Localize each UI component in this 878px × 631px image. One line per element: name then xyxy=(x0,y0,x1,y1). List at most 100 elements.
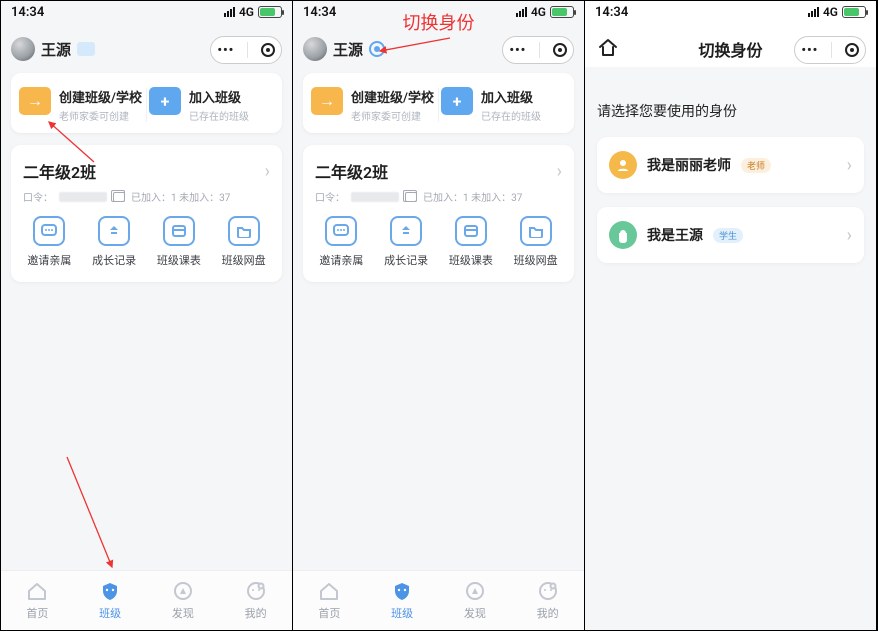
tab-class[interactable]: 班级 xyxy=(74,571,147,630)
teacher-avatar-icon xyxy=(609,151,637,179)
class-info: 口令： 已加入：1 未加入：37 xyxy=(11,183,282,206)
action-invite[interactable]: 邀请亲属 xyxy=(17,216,82,268)
class-code-hidden xyxy=(59,192,107,202)
growth-icon xyxy=(98,216,130,246)
chat-icon xyxy=(33,216,65,246)
class-code-label: 口令： xyxy=(315,189,345,204)
class-name: 二年级2班 xyxy=(23,159,96,183)
join-class-icon: + xyxy=(149,87,181,115)
tab-me[interactable]: 我的 xyxy=(511,571,584,630)
mini-program-capsule[interactable]: ••• xyxy=(502,36,574,64)
student-tag: 学生 xyxy=(713,228,743,243)
chevron-right-icon: › xyxy=(265,161,270,182)
mini-program-capsule[interactable]: ••• xyxy=(210,36,282,64)
chat-icon xyxy=(325,216,357,246)
identity-option-teacher[interactable]: 我是丽丽老师 老师 › xyxy=(597,137,864,193)
network-label: 4G xyxy=(239,5,254,19)
top-action-card: → 创建班级/学校 老师家委可创建 + 加入班级 已存在的班级 xyxy=(11,73,282,133)
create-class-button[interactable]: → 创建班级/学校 老师家委可创建 xyxy=(19,87,144,123)
avatar xyxy=(11,37,35,61)
page-title: 切换身份 xyxy=(585,37,876,61)
network-label: 4G xyxy=(531,5,546,19)
action-growth[interactable]: 成长记录 xyxy=(374,216,439,268)
action-disk[interactable]: 班级网盘 xyxy=(503,216,568,268)
student-avatar-icon xyxy=(609,221,637,249)
status-right: 4G xyxy=(808,5,866,19)
class-join-counts: 已加入：1 未加入：37 xyxy=(423,189,522,204)
network-label: 4G xyxy=(823,5,838,19)
create-class-sub: 老师家委可创建 xyxy=(59,108,142,123)
create-class-button[interactable]: → 创建班级/学校 老师家委可创建 xyxy=(311,87,436,123)
shield-icon xyxy=(99,580,121,602)
create-class-icon: → xyxy=(19,87,51,115)
calendar-icon xyxy=(163,216,195,246)
status-right: 4G xyxy=(516,5,574,19)
status-bar: 14:34 4G xyxy=(293,1,584,23)
join-class-button[interactable]: + 加入班级 已存在的班级 xyxy=(149,87,274,123)
more-icon[interactable]: ••• xyxy=(217,43,234,58)
signal-icon xyxy=(224,7,235,17)
action-invite[interactable]: 邀请亲属 xyxy=(309,216,374,268)
tab-me[interactable]: 我的 xyxy=(219,571,292,630)
chevron-right-icon: › xyxy=(557,161,562,182)
identity-name: 我是丽丽老师 xyxy=(647,155,731,175)
identity-option-student[interactable]: 我是王源 学生 › xyxy=(597,207,864,263)
class-header-row[interactable]: 二年级2班 › xyxy=(11,145,282,183)
phone-screen-c: 14:34 4G ••• 切换身份 请选择您要使用的身份 我是丽丽老师 老师 › xyxy=(585,1,877,630)
create-class-sub: 老师家委可创建 xyxy=(351,108,434,123)
class-name: 二年级2班 xyxy=(315,159,388,183)
face-icon xyxy=(537,580,559,602)
join-class-title: 加入班级 xyxy=(189,91,241,106)
create-class-title: 创建班级/学校 xyxy=(59,91,142,106)
battery-icon xyxy=(842,6,866,18)
clock: 14:34 xyxy=(595,5,628,20)
chevron-right-icon: › xyxy=(847,155,852,176)
user-name: 王源 xyxy=(41,39,71,60)
status-bar: 14:34 4G xyxy=(1,1,292,23)
tab-home[interactable]: 首页 xyxy=(293,571,366,630)
user-name: 王源 xyxy=(333,39,363,60)
more-icon[interactable]: ••• xyxy=(509,43,526,58)
battery-icon xyxy=(550,6,574,18)
role-badge-icon xyxy=(77,42,95,56)
close-icon[interactable] xyxy=(261,43,275,57)
action-disk[interactable]: 班级网盘 xyxy=(211,216,276,268)
choose-identity-prompt: 请选择您要使用的身份 xyxy=(597,101,864,121)
identity-name: 我是王源 xyxy=(647,225,703,245)
tab-discover[interactable]: 发现 xyxy=(439,571,512,630)
tab-home[interactable]: 首页 xyxy=(1,571,74,630)
join-class-button[interactable]: + 加入班级 已存在的班级 xyxy=(441,87,566,123)
join-class-sub: 已存在的班级 xyxy=(189,108,249,123)
join-class-sub: 已存在的班级 xyxy=(481,108,541,123)
create-class-icon: → xyxy=(311,87,343,115)
compass-icon xyxy=(172,580,194,602)
folder-icon xyxy=(228,216,260,246)
tab-class[interactable]: 班级 xyxy=(366,571,439,630)
chevron-right-icon: › xyxy=(847,225,852,246)
battery-icon xyxy=(258,6,282,18)
phone-screen-a: 14:34 4G ••• 王源 → 创建班级/学校 老师家委可创建 xyxy=(1,1,293,630)
class-header-row[interactable]: 二年级2班 › xyxy=(303,145,574,183)
face-icon xyxy=(245,580,267,602)
signal-icon xyxy=(808,7,819,17)
action-growth[interactable]: 成长记录 xyxy=(82,216,147,268)
compass-icon xyxy=(464,580,486,602)
create-class-title: 创建班级/学校 xyxy=(351,91,434,106)
clock: 14:34 xyxy=(11,5,44,20)
avatar xyxy=(303,37,327,61)
close-icon[interactable] xyxy=(553,43,567,57)
class-join-counts: 已加入：1 未加入：37 xyxy=(131,189,230,204)
action-schedule[interactable]: 班级课表 xyxy=(439,216,504,268)
switch-role-icon[interactable] xyxy=(369,41,385,57)
action-schedule[interactable]: 班级课表 xyxy=(147,216,212,268)
copy-icon[interactable] xyxy=(113,192,125,202)
teacher-tag: 老师 xyxy=(741,158,771,173)
join-class-icon: + xyxy=(441,87,473,115)
calendar-icon xyxy=(455,216,487,246)
status-right: 4G xyxy=(224,5,282,19)
class-info: 口令： 已加入：1 未加入：37 xyxy=(303,183,574,206)
shield-icon xyxy=(391,580,413,602)
bottom-tab-bar: 首页 班级 发现 我的 xyxy=(1,570,292,630)
copy-icon[interactable] xyxy=(405,192,417,202)
tab-discover[interactable]: 发现 xyxy=(147,571,220,630)
